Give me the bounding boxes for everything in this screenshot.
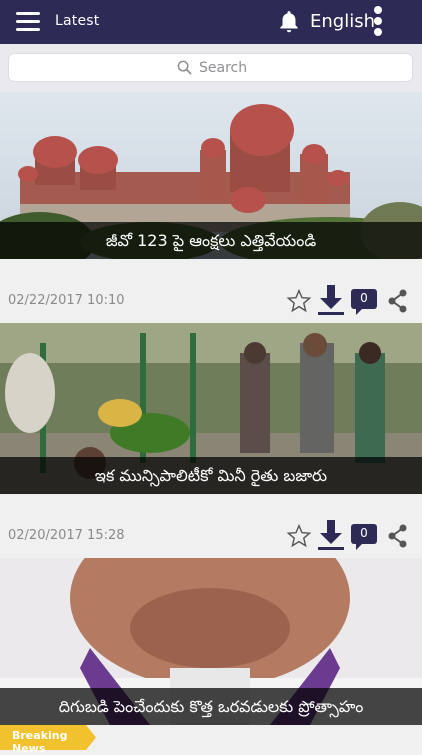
language-selector[interactable]: English	[310, 11, 375, 32]
share-icon[interactable]	[388, 289, 408, 313]
star-icon[interactable]	[286, 523, 312, 549]
article-meta-3: 02/20/2017 15:28 0	[0, 494, 422, 558]
more-vertical-icon[interactable]	[372, 6, 384, 40]
article-card-3[interactable]: దిగుబడి పెంచేందుకు కొత్త ఒరవడులకు ప్రోత్…	[0, 558, 422, 725]
bell-icon[interactable]	[276, 9, 302, 35]
page-title: Latest	[55, 13, 100, 29]
article-card-1[interactable]: జీవో 123 పై ఆంక్షలు ఎత్తివేయండి	[0, 92, 422, 259]
article-card-2[interactable]: ఇక మున్సిపాలిటీకో మినీ రైతు బజారు	[0, 323, 422, 494]
article-caption: ఇక మున్సిపాలిటీకో మినీ రైతు బజారు	[0, 457, 422, 494]
article-caption: జీవో 123 పై ఆంక్షలు ఎత్తివేయండి	[0, 222, 422, 259]
comment-button[interactable]: 0	[350, 523, 378, 551]
comment-count: 0	[360, 526, 368, 540]
breaking-news-ticker[interactable]: Breaking News	[0, 725, 96, 755]
comment-count: 0	[360, 291, 368, 305]
download-icon[interactable]	[318, 519, 344, 551]
top-bar: Latest English	[0, 0, 422, 44]
download-icon[interactable]	[318, 284, 344, 316]
search-input[interactable]: Search	[8, 53, 413, 82]
search-placeholder: Search	[199, 60, 248, 76]
article-date: 02/20/2017 15:28	[8, 528, 125, 543]
article-caption: దిగుబడి పెంచేందుకు కొత్త ఒరవడులకు ప్రోత్…	[0, 688, 422, 725]
search-icon	[177, 60, 192, 75]
breaking-news-label: Breaking News	[12, 729, 68, 755]
star-icon[interactable]	[286, 288, 312, 314]
comment-button[interactable]: 0	[350, 288, 378, 316]
share-icon[interactable]	[388, 524, 408, 548]
article-date: 02/22/2017 10:10	[8, 293, 125, 308]
search-bar-container: Search	[0, 44, 422, 92]
menu-icon[interactable]	[16, 12, 40, 32]
article-meta-2: 02/22/2017 10:10 0	[0, 259, 422, 323]
